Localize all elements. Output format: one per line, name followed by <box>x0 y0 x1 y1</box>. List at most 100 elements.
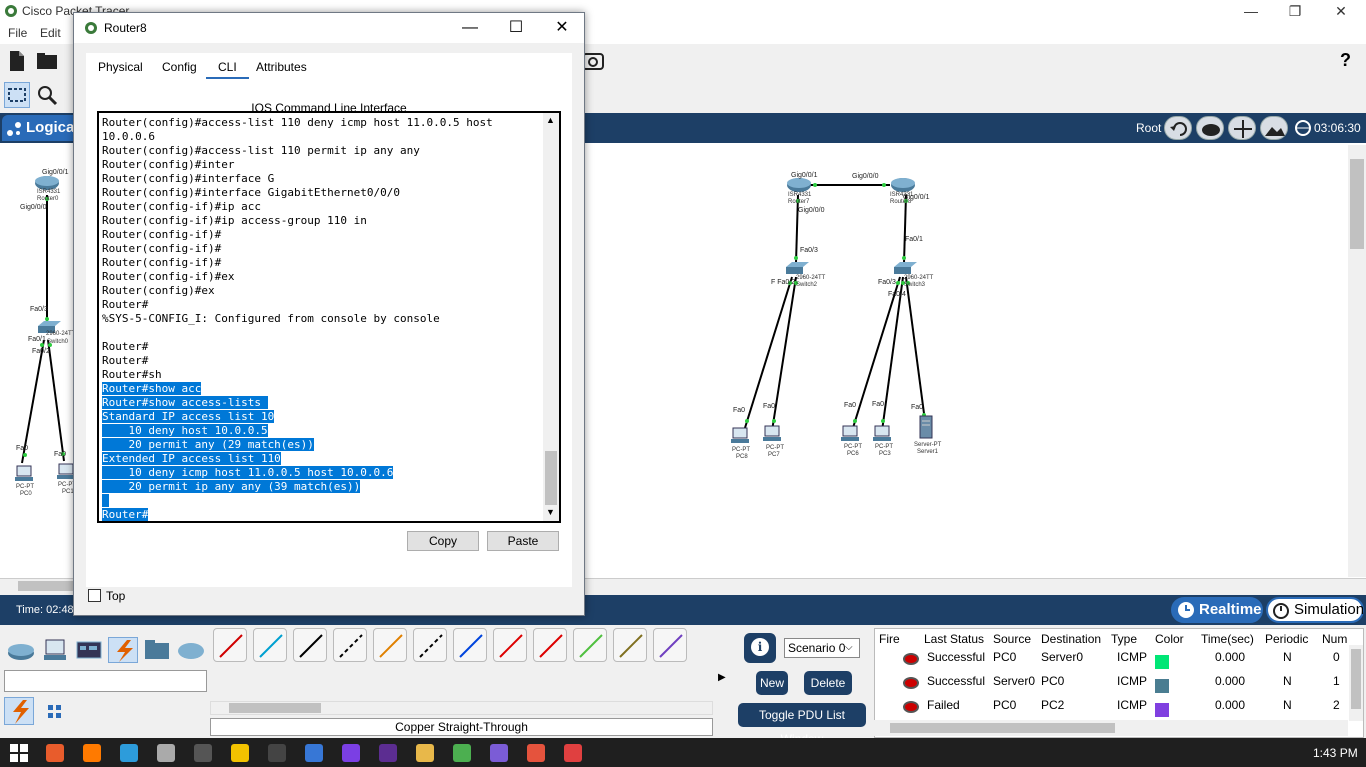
cable-type-icon[interactable] <box>333 628 367 662</box>
select-tool-icon[interactable] <box>4 82 30 108</box>
tab-attributes[interactable]: Attributes <box>244 55 319 79</box>
pc7-icon[interactable] <box>762 425 782 443</box>
cable-type-icon[interactable] <box>293 628 327 662</box>
git-icon[interactable] <box>527 744 545 762</box>
table-row[interactable]: Failed PC0 PC2 ICMP 0.000 N 2 <box>875 695 1349 717</box>
components-icon[interactable] <box>74 637 104 663</box>
cable-type-icon[interactable] <box>373 628 407 662</box>
toggle-pdu-list-button[interactable]: Toggle PDU List Window <box>738 703 866 746</box>
app-icon[interactable] <box>120 744 138 762</box>
fire-icon[interactable] <box>903 677 919 689</box>
device-search-box[interactable] <box>4 670 207 692</box>
end-devices-icon[interactable] <box>40 637 70 663</box>
grid-icon[interactable] <box>44 701 66 723</box>
terminal-line-text: Router(config)#inter <box>102 158 235 171</box>
file-explorer-icon[interactable] <box>416 744 434 762</box>
zoom-icon[interactable] <box>36 84 58 106</box>
tab-physical[interactable]: Physical <box>86 55 155 79</box>
obs-icon[interactable] <box>194 744 212 762</box>
simulation-mode-button[interactable]: Simulation <box>1266 597 1364 623</box>
paste-button[interactable]: Paste <box>487 531 559 551</box>
pc6-icon[interactable] <box>840 425 860 443</box>
minimize-button[interactable]: — <box>1228 0 1274 22</box>
pdu-vertical-scrollbar[interactable] <box>1349 645 1363 721</box>
table-row[interactable]: Successful PC0 Server0 ICMP 0.000 N 0 <box>875 647 1349 669</box>
cable-type-icon[interactable] <box>493 628 527 662</box>
table-cell-periodic: N <box>1283 698 1292 712</box>
multiuser-icon[interactable] <box>176 637 206 663</box>
cable-scrollbar[interactable] <box>210 701 713 715</box>
scroll-down-icon[interactable]: ▼ <box>546 507 555 517</box>
server1-icon[interactable] <box>918 415 934 439</box>
copy-button[interactable]: Copy <box>407 531 479 551</box>
collapse-arrow-icon[interactable]: ▶ <box>718 672 726 683</box>
table-row[interactable]: Successful Server0 PC0 ICMP 0.000 N 1 <box>875 671 1349 693</box>
restore-button[interactable]: ❐ <box>1272 0 1318 22</box>
router8-icon[interactable] <box>890 177 916 193</box>
cable-type-icon[interactable] <box>533 628 567 662</box>
fire-icon[interactable] <box>903 653 919 665</box>
app-icon[interactable] <box>490 744 508 762</box>
delete-scenario-button[interactable]: Delete <box>804 671 852 695</box>
switch2-icon[interactable] <box>784 261 810 275</box>
tab-cli[interactable]: CLI <box>206 55 249 79</box>
media-icon[interactable] <box>564 744 582 762</box>
pc8-icon[interactable] <box>730 427 750 445</box>
connections-icon[interactable] <box>108 637 138 663</box>
cli-terminal[interactable]: Router(config)#access-list 110 deny icmp… <box>97 111 561 523</box>
pdu-horizontal-scrollbar[interactable] <box>874 720 1348 736</box>
router-maximize-button[interactable]: ☐ <box>493 15 539 41</box>
network-devices-icon[interactable] <box>6 637 36 663</box>
viewport-icon[interactable] <box>1294 119 1312 137</box>
scenario-dropdown[interactable]: Scenario 0 ⌵ <box>784 638 860 658</box>
cable-type-icon[interactable] <box>453 628 487 662</box>
scroll-up-icon[interactable]: ▲ <box>546 115 555 125</box>
new-file-icon[interactable] <box>8 50 26 72</box>
terminal-icon[interactable] <box>268 744 286 762</box>
menu-edit[interactable]: Edit <box>40 26 61 40</box>
cable-type-icon[interactable] <box>573 628 607 662</box>
terminal-scrollbar[interactable]: ▲ ▼ <box>543 113 559 521</box>
open-folder-icon[interactable] <box>36 52 58 70</box>
router-minimize-button[interactable]: — <box>447 15 493 41</box>
github-icon[interactable] <box>342 744 360 762</box>
cable-type-icon[interactable] <box>413 628 447 662</box>
copper-connection-icon[interactable] <box>4 697 34 725</box>
realtime-mode-button[interactable]: Realtime <box>1171 597 1263 623</box>
table-cell-destination: PC0 <box>1041 674 1065 688</box>
router-close-button[interactable]: ✕ <box>539 15 585 41</box>
move-icon[interactable] <box>1228 116 1256 140</box>
switch3-icon[interactable] <box>892 261 918 275</box>
copilot-icon[interactable] <box>46 744 64 762</box>
new-scenario-button[interactable]: New <box>756 671 788 695</box>
cable-type-icon[interactable] <box>253 628 287 662</box>
fire-icon[interactable] <box>903 701 919 713</box>
windows-start-icon[interactable] <box>10 744 28 762</box>
menu-file[interactable]: File <box>8 26 27 40</box>
terminal-line: Router#show access-lists <box>102 396 540 410</box>
virtualbox-icon[interactable] <box>157 744 175 762</box>
visual-studio-icon[interactable] <box>379 744 397 762</box>
app-icon[interactable] <box>305 744 323 762</box>
router7-icon[interactable] <box>786 177 812 193</box>
top-checkbox[interactable] <box>88 589 101 602</box>
screenshot-icon[interactable] <box>582 52 604 70</box>
pc3-icon[interactable] <box>872 425 892 443</box>
scenario-info-button[interactable]: i <box>744 633 776 663</box>
misc-icon[interactable] <box>142 637 172 663</box>
workspace-vertical-scrollbar[interactable] <box>1348 145 1366 577</box>
tab-config[interactable]: Config <box>150 55 209 79</box>
background-image-icon[interactable] <box>1260 116 1288 140</box>
cable-type-icon[interactable] <box>213 628 247 662</box>
chrome-icon[interactable] <box>453 744 471 762</box>
help-icon[interactable]: ? <box>1340 50 1351 71</box>
pdu-color-swatch <box>1155 679 1169 693</box>
cable-type-icon[interactable] <box>653 628 687 662</box>
cable-type-icon[interactable] <box>613 628 647 662</box>
cloud-icon[interactable] <box>1196 116 1224 140</box>
firefox-icon[interactable] <box>83 744 101 762</box>
back-icon[interactable] <box>1164 116 1192 140</box>
pc0-icon[interactable] <box>14 465 34 483</box>
packet-tracer-taskbar-icon[interactable] <box>231 744 249 762</box>
close-button[interactable]: ✕ <box>1318 0 1364 22</box>
